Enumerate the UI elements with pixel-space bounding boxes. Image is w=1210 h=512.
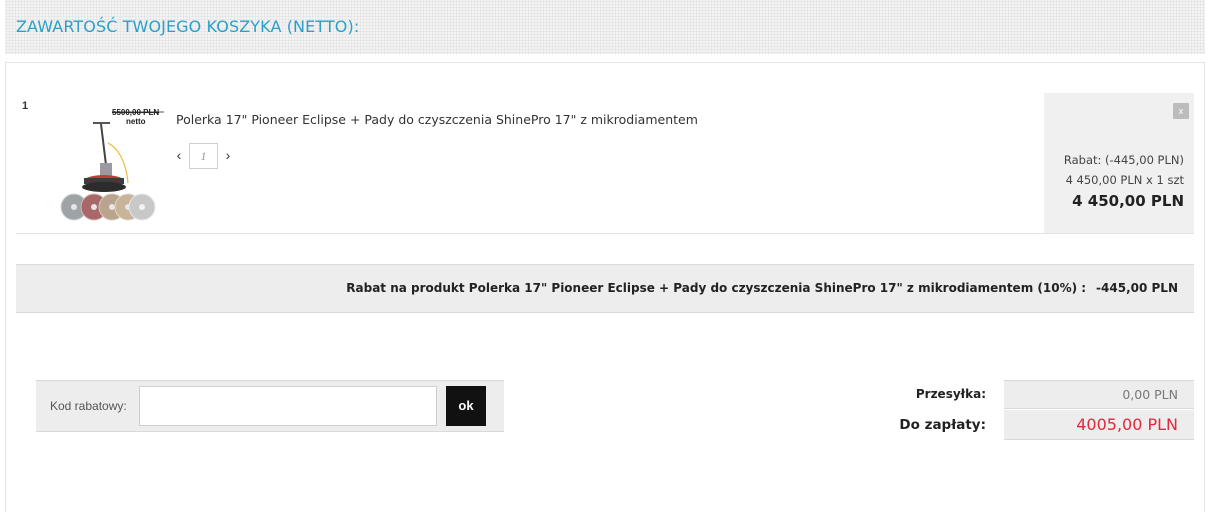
item-rabat: Rabat: (-445,00 PLN) bbox=[1063, 153, 1184, 167]
thumb-netto-label: netto bbox=[126, 117, 146, 126]
shipping-label: Przesyłka: bbox=[915, 387, 986, 401]
discount-text: Rabat na produkt Polerka 17" Pioneer Ecl… bbox=[346, 281, 1178, 295]
discount-row: Rabat na produkt Polerka 17" Pioneer Ecl… bbox=[16, 264, 1194, 313]
item-index: 1 bbox=[22, 100, 29, 112]
close-icon[interactable]: x bbox=[1173, 103, 1189, 119]
product-thumbnail[interactable]: 5500,00 PLN netto bbox=[46, 103, 166, 223]
cart-header: ZAWARTOŚĆ TWOJEGO KOSZYKA (NETTO): bbox=[5, 0, 1205, 54]
chevron-left-icon[interactable]: ‹ bbox=[172, 146, 186, 164]
thumb-old-price: 5500,00 PLN bbox=[112, 108, 159, 117]
item-total: 4 450,00 PLN bbox=[1072, 192, 1184, 210]
chevron-right-icon[interactable]: › bbox=[221, 146, 235, 164]
shipping-value: 0,00 PLN bbox=[1122, 387, 1178, 402]
total-value-box: 4005,00 PLN bbox=[1004, 410, 1194, 440]
quantity-input[interactable] bbox=[189, 143, 218, 169]
item-unit-price: 4 450,00 PLN x 1 szt bbox=[1065, 173, 1184, 187]
item-divider bbox=[16, 233, 1194, 234]
page-title: ZAWARTOŚĆ TWOJEGO KOSZYKA (NETTO): bbox=[16, 17, 360, 36]
discount-description: Rabat na produkt Polerka 17" Pioneer Ecl… bbox=[346, 281, 1087, 295]
coupon-ok-button[interactable]: ok bbox=[446, 386, 486, 426]
discount-amount: -445,00 PLN bbox=[1096, 281, 1178, 295]
product-name-link[interactable]: Polerka 17" Pioneer Eclipse + Pady do cz… bbox=[176, 112, 698, 127]
shipping-value-box: 0,00 PLN bbox=[1004, 380, 1194, 409]
coupon-label: Kod rabatowy: bbox=[50, 399, 127, 413]
total-label: Do zapłaty: bbox=[899, 417, 986, 433]
total-value: 4005,00 PLN bbox=[1076, 415, 1178, 434]
polisher-image: 5500,00 PLN netto bbox=[60, 108, 164, 221]
coupon-input[interactable] bbox=[139, 386, 437, 426]
coupon-box: Kod rabatowy: ok bbox=[36, 380, 504, 432]
